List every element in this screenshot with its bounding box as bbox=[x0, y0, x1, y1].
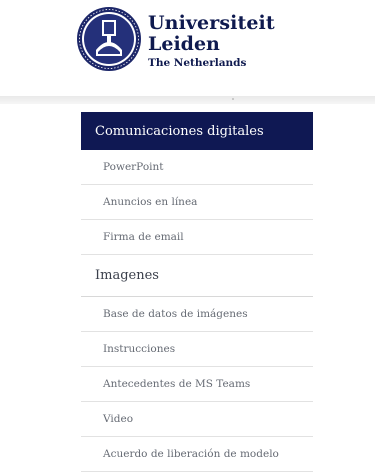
section-title-images[interactable]: Imagenes bbox=[81, 255, 313, 297]
brand-line-3: The Netherlands bbox=[148, 57, 247, 69]
menu-item-powerpoint[interactable]: PowerPoint bbox=[81, 150, 313, 185]
brand-name: Universiteit Leiden The Netherlands bbox=[148, 13, 275, 71]
divider-tick bbox=[232, 98, 234, 100]
menu-item-email-signature[interactable]: Firma de email bbox=[81, 220, 313, 255]
brand-line-2: Leiden bbox=[148, 33, 220, 55]
header-divider bbox=[0, 96, 375, 104]
university-seal-icon bbox=[77, 7, 141, 71]
side-menu: Comunicaciones digitales PowerPoint Anun… bbox=[81, 112, 313, 472]
menu-header[interactable]: Comunicaciones digitales bbox=[81, 112, 313, 150]
menu-item-online-ads[interactable]: Anuncios en línea bbox=[81, 185, 313, 220]
menu-item-instructions[interactable]: Instrucciones bbox=[81, 332, 313, 367]
menu-item-image-database[interactable]: Base de datos de imágenes bbox=[81, 297, 313, 332]
logo-area[interactable]: Universiteit Leiden The Netherlands bbox=[0, 0, 375, 92]
menu-item-teams-backgrounds[interactable]: Antecedentes de MS Teams bbox=[81, 367, 313, 402]
brand-line-1: Universiteit bbox=[148, 12, 275, 34]
menu-item-video[interactable]: Video bbox=[81, 402, 313, 437]
